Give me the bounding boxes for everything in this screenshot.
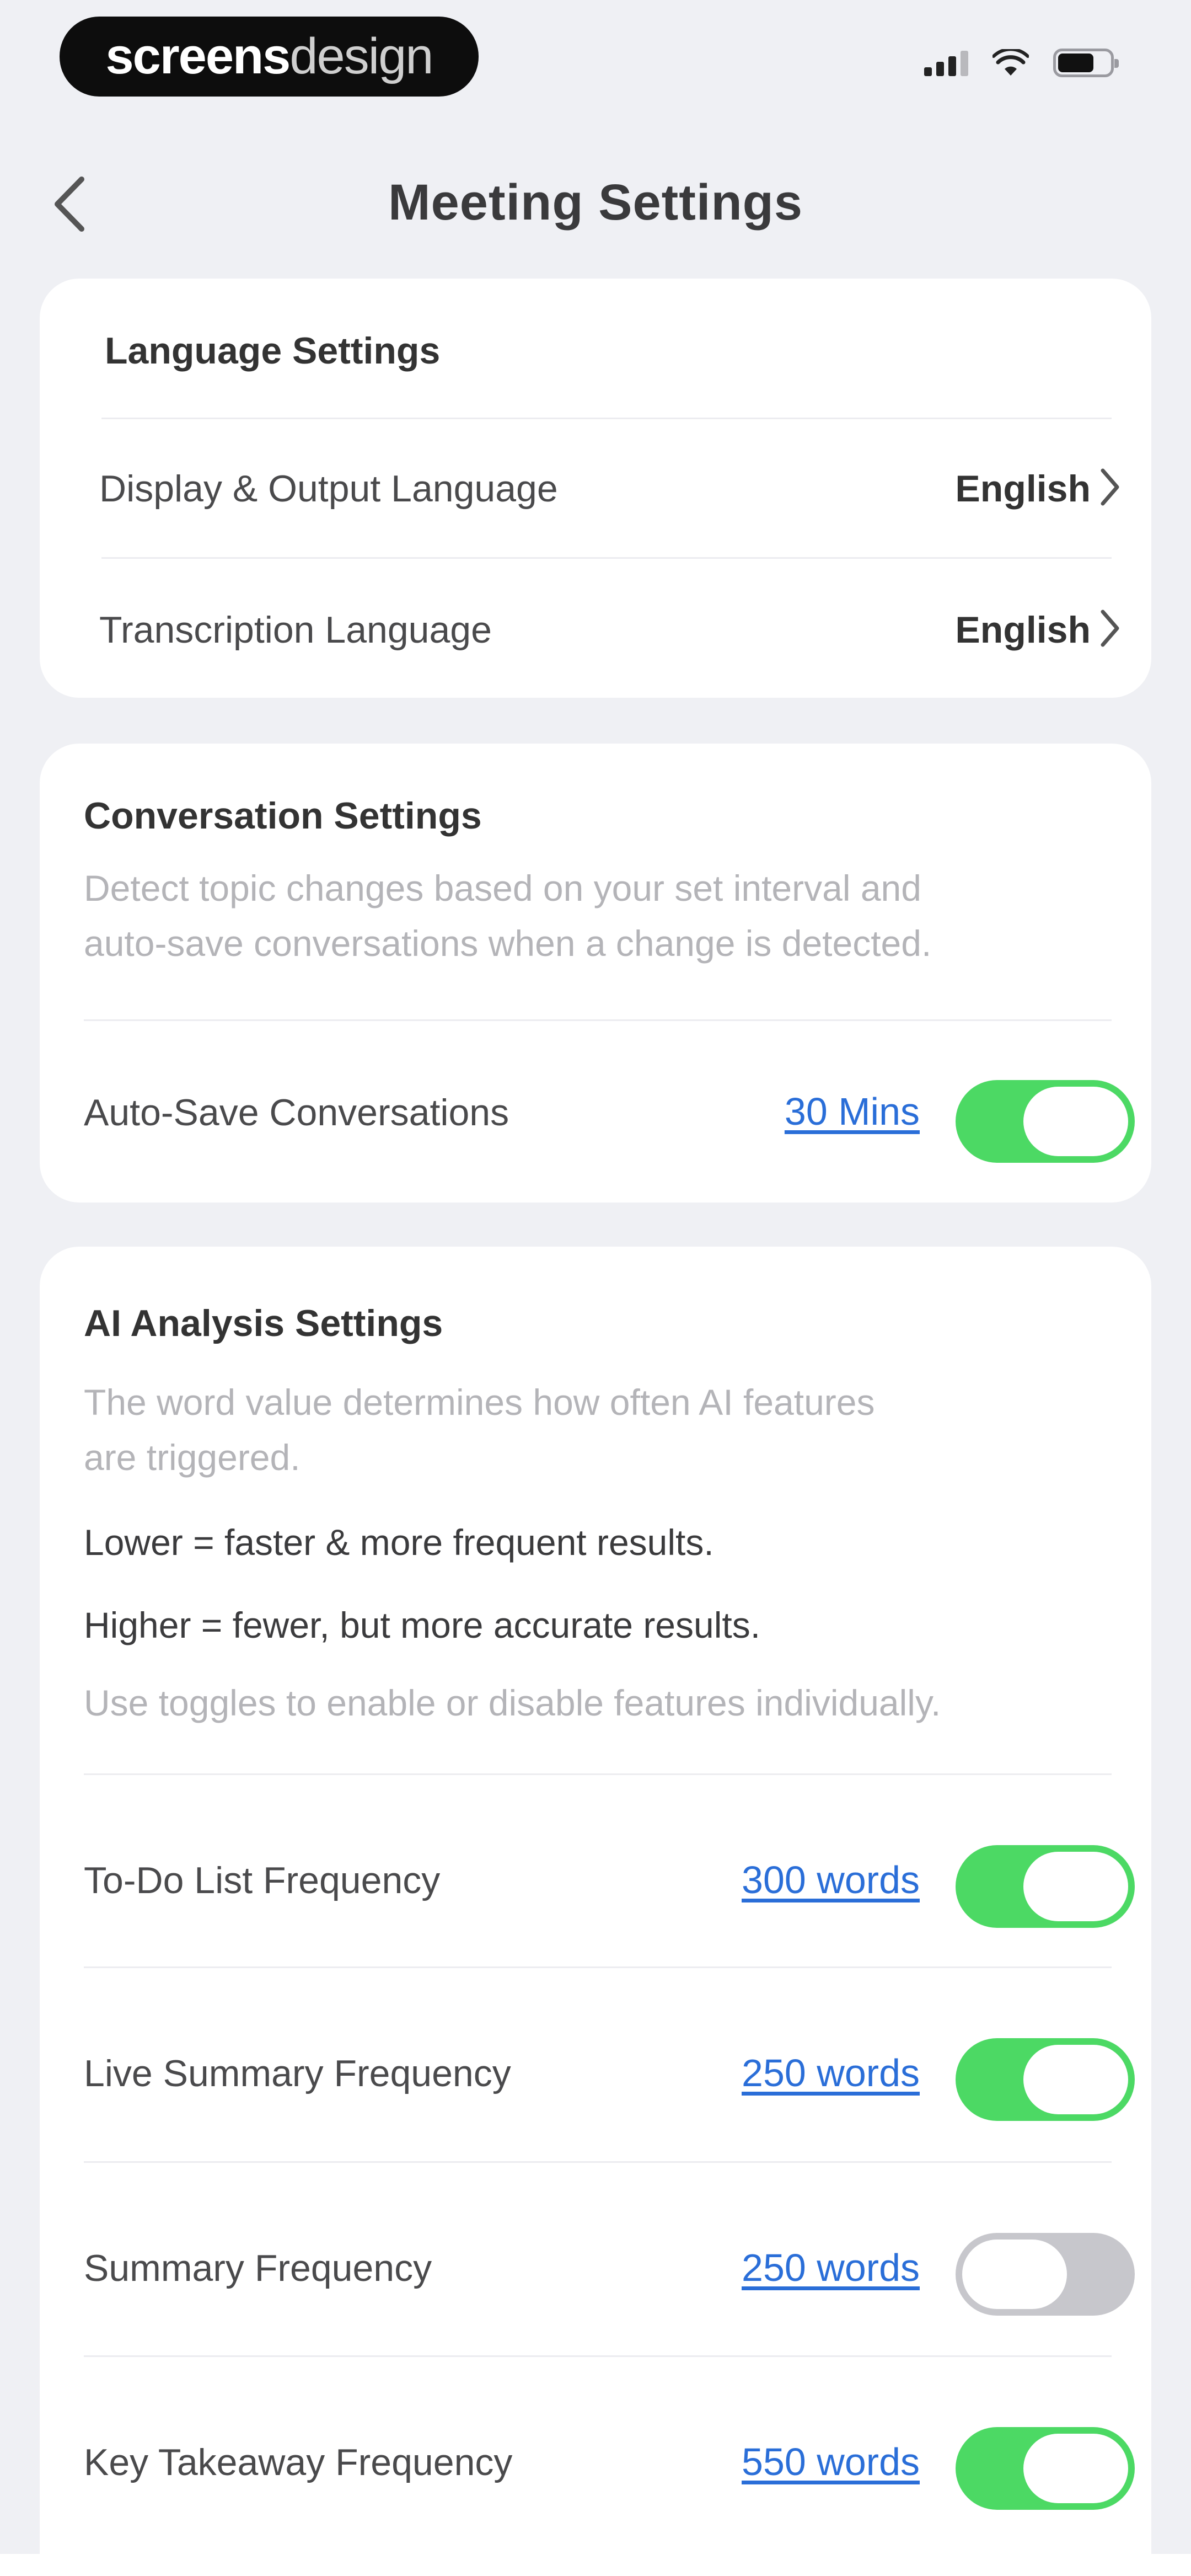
language-settings-card: Language Settings Display & Output Langu… [40, 279, 1151, 698]
display-output-language-value: English [955, 468, 1091, 510]
toggle-usage-note: Use toggles to enable or disable feature… [84, 1682, 941, 1723]
status-bar: screens design [0, 0, 1191, 121]
display-output-language-label: Display & Output Language [99, 468, 558, 510]
ai-analysis-description-line1: The word value determines how often AI f… [84, 1382, 875, 1423]
divider [101, 557, 1112, 559]
ai-analysis-settings-title: AI Analysis Settings [84, 1302, 443, 1344]
live-summary-toggle[interactable] [956, 2038, 1135, 2121]
meeting-settings-screen: screens design Meeting Settings Language… [0, 0, 1191, 2576]
auto-save-toggle[interactable] [956, 1080, 1135, 1163]
chevron-right-icon [1101, 610, 1119, 647]
conversation-settings-description-line1: Detect topic changes based on your set i… [84, 868, 921, 908]
divider [84, 1966, 1112, 1968]
transcription-language-row[interactable]: Transcription Language English [40, 560, 1151, 695]
watermark-bold-text: screens [105, 28, 291, 84]
live-summary-frequency-row: Live Summary Frequency 250 words [40, 1969, 1151, 2162]
ai-analysis-description-line2: are triggered. [84, 1437, 301, 1478]
key-takeaway-frequency-link[interactable]: 550 words [742, 2440, 920, 2484]
bottom-edge [0, 2554, 1191, 2576]
transcription-language-value: English [955, 609, 1091, 651]
live-summary-frequency-label: Live Summary Frequency [84, 2053, 511, 2094]
divider [84, 1773, 1112, 1775]
divider [84, 2355, 1112, 2357]
todo-list-frequency-label: To-Do List Frequency [84, 1859, 441, 1901]
transcription-language-label: Transcription Language [99, 609, 492, 651]
wifi-icon [993, 49, 1029, 76]
conversation-settings-card: Conversation Settings Detect topic chang… [40, 744, 1151, 1203]
ai-analysis-settings-card: AI Analysis Settings The word value dete… [40, 1247, 1151, 2576]
todo-list-frequency-link[interactable]: 300 words [742, 1858, 920, 1902]
display-output-language-row[interactable]: Display & Output Language English [40, 423, 1151, 558]
key-takeaway-frequency-row: Key Takeaway Frequency 550 words [40, 2358, 1151, 2551]
auto-save-conversations-row: Auto-Save Conversations 30 Mins [40, 1022, 1151, 1203]
auto-save-interval-link[interactable]: 30 Mins [785, 1089, 920, 1134]
watermark-light-text: design [289, 28, 433, 84]
divider [101, 418, 1112, 419]
divider [84, 1019, 1112, 1021]
conversation-settings-description-line2: auto-save conversations when a change is… [84, 923, 932, 964]
language-settings-title: Language Settings [105, 330, 441, 372]
todo-list-toggle[interactable] [956, 1845, 1135, 1928]
live-summary-frequency-link[interactable]: 250 words [742, 2051, 920, 2095]
auto-save-conversations-label: Auto-Save Conversations [84, 1092, 509, 1134]
summary-toggle[interactable] [956, 2233, 1135, 2316]
cellular-signal-icon [924, 50, 968, 76]
battery-level-fill [1058, 54, 1093, 72]
conversation-settings-title: Conversation Settings [84, 795, 482, 837]
divider [84, 2161, 1112, 2163]
todo-list-frequency-row: To-Do List Frequency 300 words [40, 1776, 1151, 1966]
page-title: Meeting Settings [388, 174, 803, 231]
chevron-right-icon [1101, 468, 1119, 506]
summary-frequency-row: Summary Frequency 250 words [40, 2164, 1151, 2357]
battery-icon [1053, 49, 1119, 77]
navigation-bar: Meeting Settings [0, 141, 1191, 268]
key-takeaway-frequency-label: Key Takeaway Frequency [84, 2441, 513, 2483]
screensdesign-watermark: screens design [60, 17, 479, 97]
higher-frequency-note: Higher = fewer, but more accurate result… [84, 1605, 761, 1645]
summary-frequency-label: Summary Frequency [84, 2247, 432, 2289]
lower-frequency-note: Lower = faster & more frequent results. [84, 1522, 714, 1563]
summary-frequency-link[interactable]: 250 words [742, 2246, 920, 2290]
key-takeaway-toggle[interactable] [956, 2427, 1135, 2510]
status-icons [924, 49, 1119, 77]
